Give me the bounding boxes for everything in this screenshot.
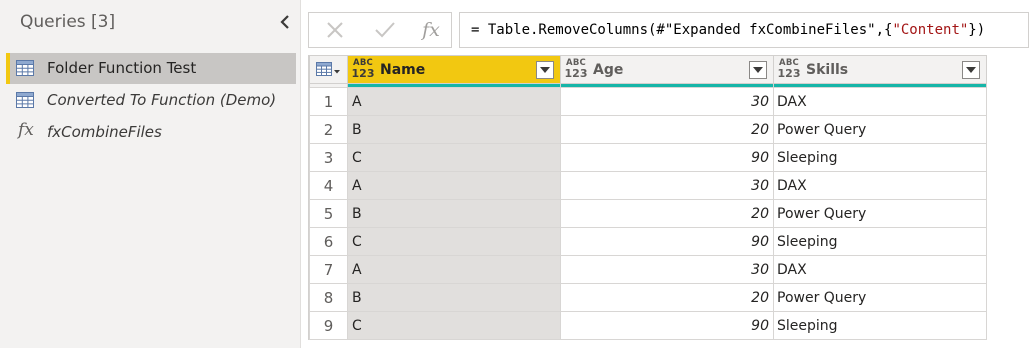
formula-prefix: = Table.RemoveColumns(#"Expanded fxCombi… [471, 22, 893, 38]
row-number[interactable]: 7 [309, 255, 348, 284]
data-grid: ABC 123 Name ABC 123 Age ABC 123 Skills … [308, 55, 987, 340]
column-header-name[interactable]: ABC 123 Name [347, 55, 561, 84]
query-item-folder-function-test[interactable]: Folder Function Test [6, 53, 296, 84]
cell-skills[interactable]: DAX [773, 171, 987, 200]
cell-name[interactable]: A [347, 87, 561, 116]
fx-icon: fx [422, 19, 440, 41]
formula-input[interactable]: = Table.RemoveColumns(#"Expanded fxCombi… [459, 12, 1029, 48]
table-row: 8 B 20 Power Query [309, 283, 987, 312]
query-item-converted-to-function[interactable]: Converted To Function (Demo) [6, 85, 296, 116]
any-type-icon[interactable]: ABC 123 [777, 59, 801, 79]
row-number[interactable]: 3 [309, 143, 348, 172]
collapse-pane-button[interactable] [274, 9, 296, 35]
table-row: 1 A 30 DAX [309, 87, 987, 116]
cell-name[interactable]: B [347, 199, 561, 228]
chevron-down-icon [753, 67, 763, 73]
column-header-age[interactable]: ABC 123 Age [560, 55, 774, 84]
column-filter-button[interactable] [962, 61, 980, 79]
column-filter-button[interactable] [536, 61, 554, 79]
chevron-down-icon [540, 67, 550, 73]
cell-skills[interactable]: DAX [773, 255, 987, 284]
cell-skills[interactable]: Sleeping [773, 227, 987, 256]
cell-skills[interactable]: Power Query [773, 115, 987, 144]
chevron-down-icon [966, 67, 976, 73]
query-label: Folder Function Test [47, 59, 197, 77]
query-label: fxCombineFiles [47, 123, 162, 141]
row-number[interactable]: 6 [309, 227, 348, 256]
cell-name[interactable]: A [347, 255, 561, 284]
query-label: Converted To Function (Demo) [47, 91, 277, 109]
table-row: 5 B 20 Power Query [309, 199, 987, 228]
cell-name[interactable]: B [347, 283, 561, 312]
row-number[interactable]: 9 [309, 311, 348, 340]
query-item-fxcombinefiles[interactable]: fx fxCombineFiles [6, 117, 296, 148]
table-menu-button[interactable] [309, 55, 348, 84]
column-filter-button[interactable] [749, 61, 767, 79]
cancel-formula-button[interactable] [317, 15, 353, 45]
table-row: 7 A 30 DAX [309, 255, 987, 284]
column-name-label: Skills [806, 62, 849, 78]
any-type-icon[interactable]: ABC 123 [564, 59, 588, 79]
row-number[interactable]: 5 [309, 199, 348, 228]
cell-age[interactable]: 90 [560, 227, 774, 256]
cell-skills[interactable]: Power Query [773, 199, 987, 228]
cell-age[interactable]: 90 [560, 143, 774, 172]
formula-suffix: }) [968, 22, 986, 38]
cell-name[interactable]: C [347, 143, 561, 172]
cell-age[interactable]: 20 [560, 199, 774, 228]
row-number[interactable]: 8 [309, 283, 348, 312]
close-icon [327, 22, 343, 38]
table-icon [16, 60, 34, 76]
commit-formula-button[interactable] [367, 15, 403, 45]
queries-title: Queries [3] [20, 12, 116, 32]
cell-age[interactable]: 20 [560, 115, 774, 144]
cell-name[interactable]: A [347, 171, 561, 200]
table-row: 3 C 90 Sleeping [309, 143, 987, 172]
column-name-label: Name [380, 62, 426, 78]
column-header-skills[interactable]: ABC 123 Skills [773, 55, 987, 84]
row-number[interactable]: 4 [309, 171, 348, 200]
column-name-label: Age [593, 62, 624, 78]
cell-name[interactable]: C [347, 311, 561, 340]
queries-pane: Queries [3] Folder Function Test Convert… [0, 0, 301, 348]
cell-age[interactable]: 90 [560, 311, 774, 340]
cell-name[interactable]: B [347, 115, 561, 144]
cell-age[interactable]: 30 [560, 255, 774, 284]
row-number[interactable]: 1 [309, 87, 348, 116]
cell-name[interactable]: C [347, 227, 561, 256]
cell-skills[interactable]: Sleeping [773, 311, 987, 340]
cell-skills[interactable]: DAX [773, 87, 987, 116]
row-number[interactable]: 2 [309, 115, 348, 144]
insert-function-button[interactable]: fx [413, 15, 449, 45]
check-icon [375, 22, 395, 38]
table-row: 2 B 20 Power Query [309, 115, 987, 144]
chevron-left-icon [280, 15, 289, 29]
cell-age[interactable]: 20 [560, 283, 774, 312]
cell-age[interactable]: 30 [560, 171, 774, 200]
cell-skills[interactable]: Sleeping [773, 143, 987, 172]
table-icon [16, 92, 34, 108]
formula-string-literal: "Content" [892, 22, 969, 38]
table-row: 9 C 90 Sleeping [309, 311, 987, 340]
function-icon: fx [18, 120, 34, 140]
table-row: 6 C 90 Sleeping [309, 227, 987, 256]
table-menu-icon [316, 62, 340, 76]
formula-tools: fx [308, 12, 452, 48]
cell-age[interactable]: 30 [560, 87, 774, 116]
any-type-icon[interactable]: ABC 123 [351, 59, 375, 79]
table-row: 4 A 30 DAX [309, 171, 987, 200]
cell-skills[interactable]: Power Query [773, 283, 987, 312]
